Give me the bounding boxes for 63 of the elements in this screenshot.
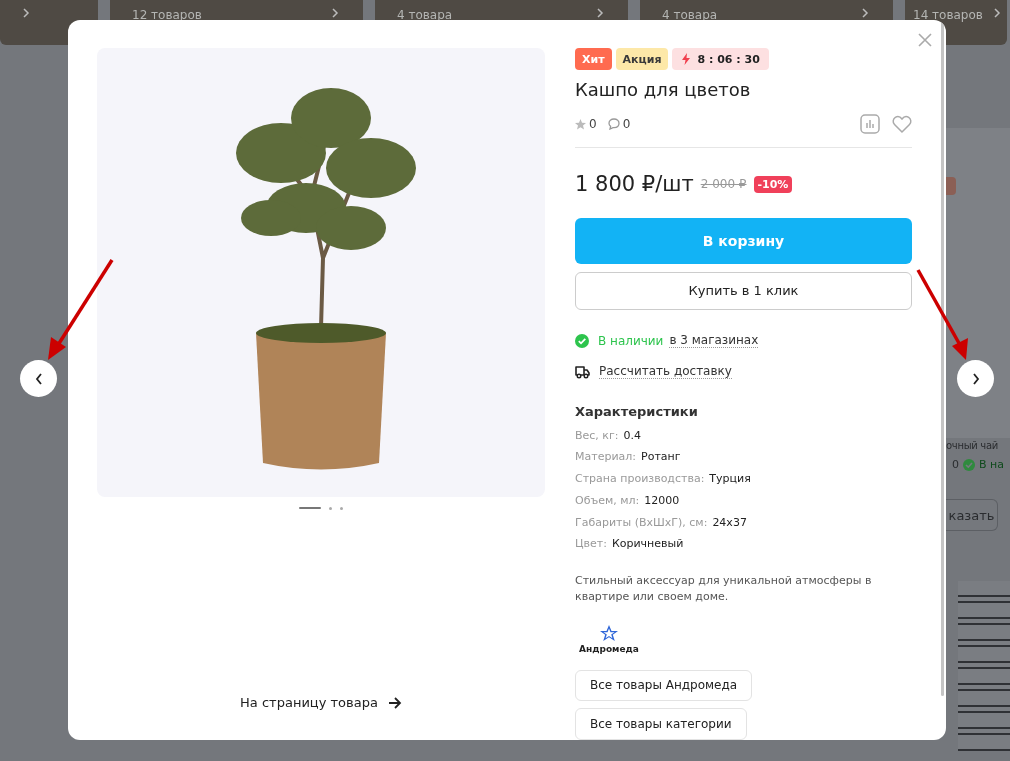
brand-products-button[interactable]: Все товары Андромеда (575, 669, 753, 702)
comment-count: 0 (952, 458, 959, 471)
product-title: очный чай (946, 440, 999, 451)
rating-count: 0 (589, 117, 597, 131)
category-count: 4 товара (397, 8, 453, 22)
category-count: 14 товаров (913, 8, 983, 22)
brand-logo[interactable]: Андромеда (575, 624, 643, 654)
chevron-right-icon (22, 8, 30, 18)
check-icon (575, 333, 589, 348)
section-heading: Характеристики (575, 404, 698, 420)
stock-status: В на (979, 458, 1004, 471)
brand-products-button[interactable]: Все товары категории (575, 708, 747, 740)
spec-name: Объем, мл: (575, 493, 640, 507)
spec-name: Цвет: (575, 537, 607, 551)
spec-value: 0.4 (623, 428, 641, 442)
annotation-arrow-icon (916, 269, 968, 360)
chevron-right-icon (331, 8, 339, 18)
old-price: 2 000 ₽ (700, 177, 747, 191)
chevron-right-icon (971, 372, 980, 385)
close-icon[interactable] (918, 33, 932, 47)
category-count: 4 товара (662, 8, 718, 22)
spec-name: Габариты (ВхШхГ), см: (575, 515, 708, 529)
truck-icon (575, 364, 590, 379)
chevron-right-icon (993, 8, 1001, 18)
spec-value: Ротанг (641, 450, 681, 464)
previous-button[interactable] (20, 360, 57, 397)
product-title: Кашпо для цветов (575, 79, 751, 100)
gallery-dot[interactable] (340, 506, 343, 510)
compare-icon (860, 114, 880, 134)
product-description: Стильный аксессуар для уникальной атмосферы в квартире или своем доме. (575, 572, 873, 605)
spec-value: 24x37 (712, 515, 747, 529)
arrow-right-icon (387, 696, 402, 709)
check-icon (963, 458, 975, 471)
delivery-link[interactable]: Рассчитать доставку (599, 364, 732, 380)
star-icon (575, 118, 586, 130)
comment-icon (607, 118, 620, 130)
annotation-arrow-icon (48, 259, 114, 360)
spec-name: Страна производства: (575, 472, 705, 485)
spec-value: Турция (709, 472, 751, 485)
stores-link[interactable]: в 3 магазинах (669, 333, 759, 349)
category-count: 12 товаров (132, 8, 202, 22)
chevron-right-icon (596, 8, 604, 18)
heart-icon (892, 114, 912, 134)
lightning-icon (681, 53, 692, 65)
brand-name: Андромеда (579, 643, 639, 654)
chevron-left-icon (34, 372, 43, 385)
product-page-link[interactable]: На страницу товара (240, 695, 402, 710)
spec-value: Коричневый (611, 537, 684, 551)
spec-name: Материал: (575, 450, 636, 464)
discount-badge: -10% (753, 175, 793, 193)
badge: Хит (575, 48, 612, 70)
review-count: 0 (622, 117, 631, 131)
spec-name: Вес, кг: (575, 428, 619, 442)
badge: Акция (615, 48, 669, 70)
gallery-dot[interactable] (329, 506, 332, 510)
timer-badge: 8 : 06 : 30 (672, 48, 769, 70)
price: 1 800 ₽/шт (575, 172, 694, 196)
buy-one-click-button[interactable]: Купить в 1 клик (575, 271, 912, 311)
spec-value: 12000 (644, 493, 680, 507)
badge-shape (946, 177, 956, 195)
chevron-right-icon (861, 8, 869, 18)
stock-status: В наличии (598, 333, 664, 348)
star-icon (599, 624, 618, 641)
